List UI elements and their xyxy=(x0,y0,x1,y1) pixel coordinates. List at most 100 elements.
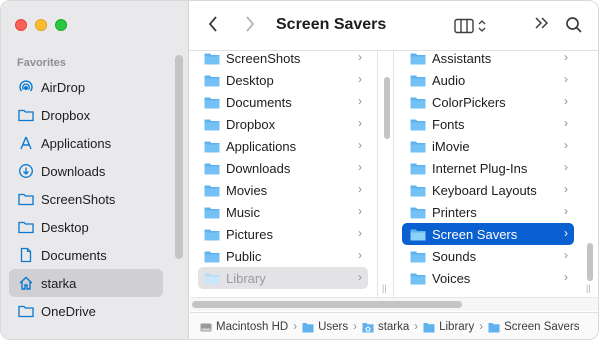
chevron-right-icon: › xyxy=(358,182,362,196)
chevron-right-icon: › xyxy=(414,321,419,333)
horizontal-scrollbar[interactable] xyxy=(192,301,462,308)
toolbar: Screen Savers xyxy=(189,1,598,51)
sidebar-item-label: ScreenShots xyxy=(41,191,116,207)
folder-icon xyxy=(410,53,426,64)
column1-scrollbar[interactable] xyxy=(384,77,390,139)
chevron-right-icon: › xyxy=(358,270,362,284)
folder-icon xyxy=(204,53,220,64)
list-item[interactable]: Keyboard Layouts › xyxy=(402,179,574,201)
double-chevron-right-icon xyxy=(535,17,549,29)
sidebar-item-screenshots[interactable]: ScreenShots xyxy=(9,185,163,213)
sidebar-item-label: Documents xyxy=(41,247,107,263)
chevron-right-icon: › xyxy=(358,248,362,262)
sidebar-item-dropbox[interactable]: Dropbox xyxy=(9,101,163,129)
list-item[interactable]: Printers › xyxy=(402,201,574,223)
list-item[interactable]: Downloads › xyxy=(198,157,368,179)
list-item[interactable]: Internet Plug-Ins › xyxy=(402,157,574,179)
folder-icon xyxy=(204,207,220,218)
back-button[interactable] xyxy=(207,15,219,37)
zoom-window-button[interactable] xyxy=(55,19,67,31)
list-item[interactable]: Fonts › xyxy=(402,113,574,135)
folder-icon xyxy=(410,229,426,240)
folder-icon xyxy=(18,191,34,207)
sidebar-item-downloads[interactable]: Downloads xyxy=(9,157,163,185)
folder-icon xyxy=(204,273,220,284)
folder-icon xyxy=(18,303,34,319)
sidebar-scrollbar[interactable] xyxy=(175,55,183,259)
chevron-right-icon: › xyxy=(353,321,357,333)
sidebar-item-documents[interactable]: Documents xyxy=(9,241,163,269)
sidebar-item-applications[interactable]: Applications xyxy=(9,129,163,157)
column-resize-handle[interactable]: || xyxy=(586,283,591,293)
sidebar: Favorites AirDrop Dropbox Applications D… xyxy=(1,1,189,339)
folder-icon xyxy=(410,251,426,262)
list-item[interactable]: Sounds › xyxy=(402,245,574,267)
list-item[interactable]: Movies › xyxy=(198,179,368,201)
list-item[interactable]: Desktop › xyxy=(198,69,368,91)
view-mode-button[interactable] xyxy=(454,15,494,37)
chevron-right-icon: › xyxy=(358,116,362,130)
chevron-right-icon: › xyxy=(564,116,568,130)
finder-window: Favorites AirDrop Dropbox Applications D… xyxy=(0,0,599,340)
path-crumb-home[interactable]: starka › xyxy=(362,321,423,333)
list-item[interactable]: Dropbox › xyxy=(198,113,368,135)
list-item[interactable]: Documents › xyxy=(198,91,368,113)
folder-icon xyxy=(204,119,220,130)
path-crumb-library[interactable]: Library › xyxy=(423,321,488,333)
chevron-right-icon: › xyxy=(564,138,568,152)
search-button[interactable] xyxy=(565,16,583,39)
sidebar-item-onedrive[interactable]: OneDrive xyxy=(9,297,163,325)
list-item[interactable]: ScreenShots › xyxy=(198,47,368,69)
chevron-right-icon: › xyxy=(358,226,362,240)
more-toolbar-button[interactable] xyxy=(534,14,550,37)
close-window-button[interactable] xyxy=(15,19,27,31)
column-resize-handle[interactable]: || xyxy=(382,283,387,293)
forward-button[interactable] xyxy=(244,15,256,37)
folder-icon xyxy=(204,251,220,262)
folder-icon xyxy=(204,185,220,196)
list-item[interactable]: ColorPickers › xyxy=(402,91,574,113)
chevron-right-icon: › xyxy=(564,226,568,240)
list-item[interactable]: Public › xyxy=(198,245,368,267)
column-view-icon xyxy=(454,18,474,34)
list-item[interactable]: iMovie › xyxy=(402,135,574,157)
folder-icon xyxy=(204,141,220,152)
chevron-left-icon xyxy=(208,16,217,32)
list-item-screen-savers[interactable]: Screen Savers › xyxy=(402,223,574,245)
chevron-right-icon: › xyxy=(358,50,362,64)
window-title: Screen Savers xyxy=(276,16,387,33)
chevron-right-icon: › xyxy=(358,160,362,174)
path-crumb-screen-savers[interactable]: Screen Savers xyxy=(488,321,580,333)
window-controls xyxy=(15,19,67,31)
list-item[interactable]: Music › xyxy=(198,201,368,223)
folder-icon xyxy=(410,75,426,86)
minimize-window-button[interactable] xyxy=(35,19,47,31)
downloads-icon xyxy=(18,163,34,179)
column2-scrollbar[interactable] xyxy=(587,243,593,281)
path-crumb-users[interactable]: Users › xyxy=(302,321,362,333)
list-item[interactable]: Applications › xyxy=(198,135,368,157)
chevron-right-icon: › xyxy=(358,204,362,218)
search-icon xyxy=(566,17,582,33)
folder-icon xyxy=(18,219,34,235)
folder-icon xyxy=(488,322,500,332)
list-item[interactable]: Pictures › xyxy=(198,223,368,245)
hard-disk-icon xyxy=(200,323,212,331)
chevron-right-icon: › xyxy=(358,138,362,152)
sidebar-item-starka[interactable]: starka xyxy=(9,269,163,297)
list-item[interactable]: Assistants › xyxy=(402,47,574,69)
path-crumb-disk[interactable]: Macintosh HD › xyxy=(200,321,302,333)
sidebar-item-label: Downloads xyxy=(41,163,106,179)
home-folder-icon xyxy=(362,322,374,332)
folder-icon xyxy=(410,97,426,108)
folder-icon xyxy=(410,185,426,196)
sidebar-item-airdrop[interactable]: AirDrop xyxy=(9,73,163,101)
list-item[interactable]: Voices › xyxy=(402,267,574,289)
chevron-right-icon: › xyxy=(564,248,568,262)
chevron-right-icon xyxy=(246,16,255,32)
document-icon xyxy=(18,247,34,263)
list-item[interactable]: Audio › xyxy=(402,69,574,91)
list-item-library[interactable]: Library › xyxy=(198,267,368,289)
sidebar-item-label: Applications xyxy=(41,135,112,151)
sidebar-item-desktop[interactable]: Desktop xyxy=(9,213,163,241)
